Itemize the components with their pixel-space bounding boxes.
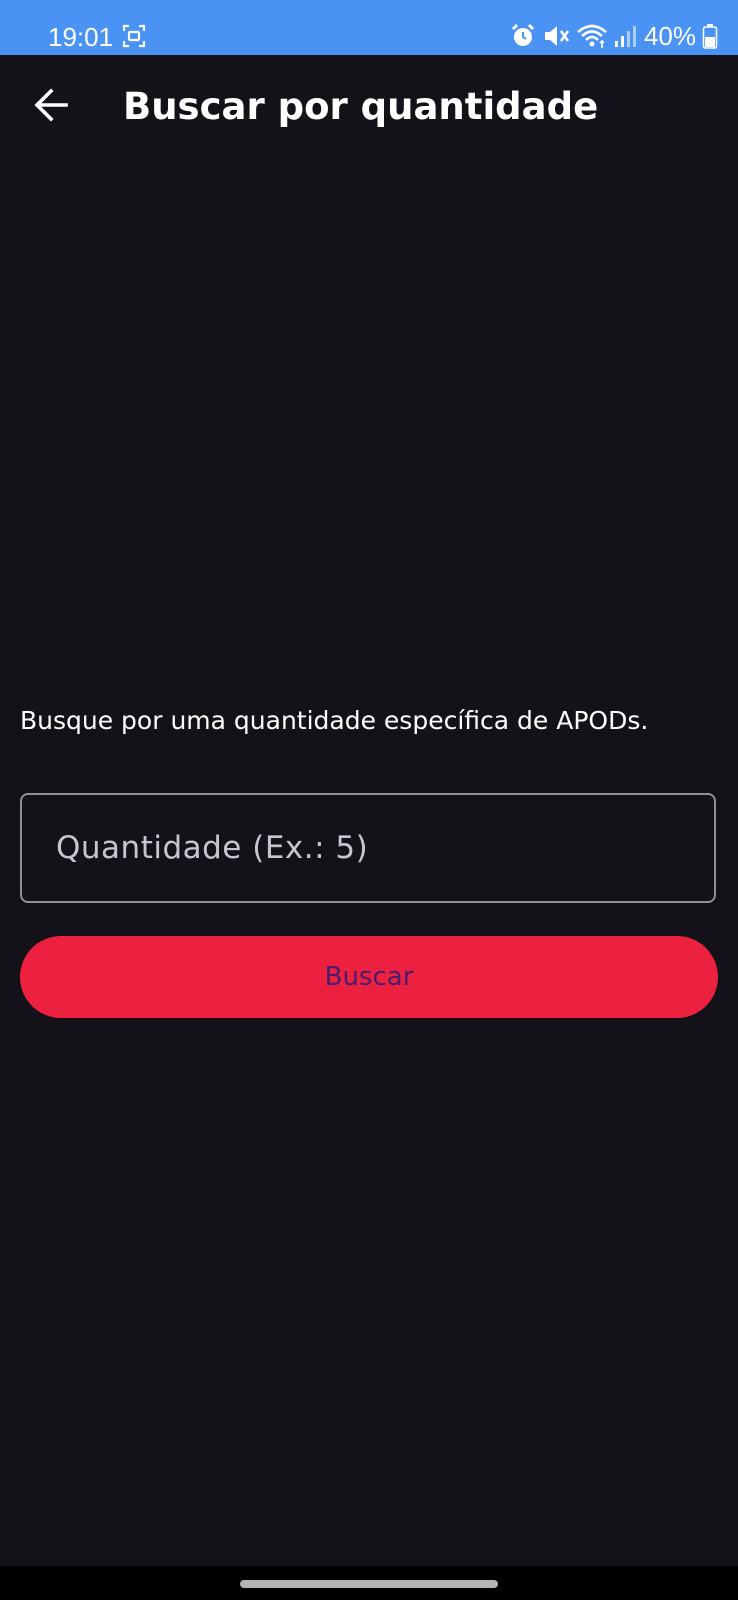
status-bar: 19:01 40%: [0, 0, 738, 55]
quantity-field[interactable]: [20, 793, 716, 903]
back-button[interactable]: [22, 78, 80, 136]
description-text: Busque por uma quantidade específica de …: [20, 706, 649, 735]
top-app-bar: Buscar por quantidade: [0, 55, 738, 159]
signal-icon: [614, 23, 636, 49]
page-title: Buscar por quantidade: [123, 85, 599, 128]
battery-percent: 40%: [643, 21, 696, 51]
screenshot-icon: [122, 24, 146, 48]
wifi-icon: [576, 23, 608, 49]
status-icons: 40%: [510, 20, 718, 52]
vibrate-mute-icon: [542, 23, 570, 49]
alarm-icon: [510, 23, 536, 49]
battery-icon: [702, 23, 718, 49]
search-button[interactable]: Buscar: [20, 936, 718, 1018]
navigation-bar: [0, 1566, 738, 1600]
arrow-back-icon: [33, 87, 69, 127]
status-time: 19:01: [48, 22, 114, 52]
home-handle[interactable]: [240, 1580, 498, 1588]
quantity-input[interactable]: [54, 829, 694, 867]
